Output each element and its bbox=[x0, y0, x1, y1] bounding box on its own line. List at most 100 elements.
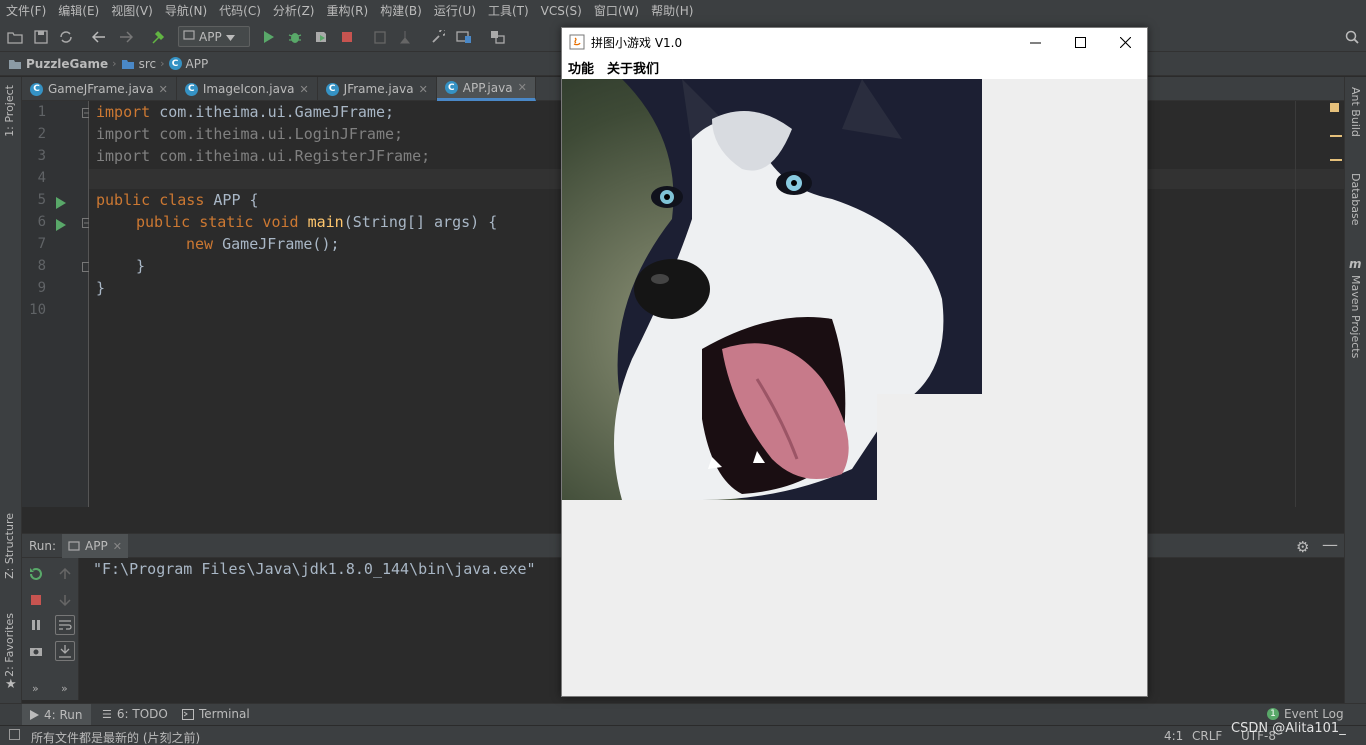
breadcrumb-folder[interactable]: src bbox=[121, 57, 156, 71]
menu-window[interactable]: 窗口(W) bbox=[588, 0, 645, 22]
menu-build[interactable]: 构建(B) bbox=[374, 0, 428, 22]
more-icon[interactable]: » bbox=[61, 682, 68, 695]
menu-tools[interactable]: 工具(T) bbox=[482, 0, 535, 22]
maven-icon: m bbox=[1349, 257, 1362, 271]
stop-icon[interactable] bbox=[337, 27, 357, 47]
tool-tab-terminal[interactable]: Terminal bbox=[182, 707, 250, 721]
minimize-button[interactable] bbox=[1012, 28, 1058, 56]
keyword: public class bbox=[96, 191, 205, 209]
run-tab-app[interactable]: APP ✕ bbox=[62, 534, 128, 558]
code-line-8: } bbox=[136, 257, 146, 275]
line-separator[interactable]: CRLF bbox=[1192, 729, 1222, 743]
run-gutter-icon[interactable] bbox=[56, 219, 66, 231]
forward-arrow-icon[interactable] bbox=[116, 27, 136, 47]
code-text: com.itheima.ui.GameJFrame; bbox=[150, 103, 395, 121]
game-window-titlebar[interactable]: 拼图小游戏 V1.0 bbox=[562, 28, 1147, 56]
minimize-panel-icon[interactable]: — bbox=[1322, 535, 1338, 554]
close-button[interactable] bbox=[1102, 28, 1148, 56]
rerun-icon[interactable] bbox=[26, 564, 46, 584]
close-icon[interactable]: ✕ bbox=[299, 83, 308, 96]
husky-puzzle-image[interactable] bbox=[562, 79, 982, 500]
gear-icon[interactable]: ⚙ bbox=[1296, 538, 1309, 556]
terminal-icon bbox=[182, 708, 194, 720]
menu-file[interactable]: 文件(F) bbox=[0, 0, 52, 22]
structure-tool-button[interactable]: Z: Structure bbox=[3, 513, 16, 579]
up-arrow-icon[interactable] bbox=[55, 564, 75, 584]
menu-functions[interactable]: 功能 bbox=[568, 58, 594, 77]
tab-gamejframe[interactable]: C GameJFrame.java ✕ bbox=[22, 77, 177, 101]
warning-stripe[interactable] bbox=[1330, 159, 1342, 161]
close-icon[interactable]: ✕ bbox=[518, 81, 527, 94]
tab-imageicon[interactable]: C ImageIcon.java ✕ bbox=[177, 77, 318, 101]
maven-tool-button[interactable]: Maven Projects bbox=[1349, 275, 1362, 358]
breadcrumb-separator: › bbox=[112, 57, 117, 70]
tab-app[interactable]: C APP.java ✕ bbox=[436, 77, 536, 101]
menu-view[interactable]: 视图(V) bbox=[105, 0, 159, 22]
close-icon[interactable]: ✕ bbox=[419, 83, 428, 96]
soft-wrap-icon[interactable] bbox=[55, 615, 75, 635]
menu-navigate[interactable]: 导航(N) bbox=[159, 0, 213, 22]
close-icon[interactable]: ✕ bbox=[159, 83, 168, 96]
vcs-icon[interactable] bbox=[488, 27, 508, 47]
debug-bug-icon[interactable] bbox=[285, 27, 305, 47]
menu-run[interactable]: 运行(U) bbox=[428, 0, 482, 22]
tab-jframe[interactable]: C JFrame.java ✕ bbox=[318, 77, 437, 101]
run-icon[interactable] bbox=[259, 27, 279, 47]
caret-position[interactable]: 4:1 bbox=[1164, 729, 1183, 743]
toggle-tool-windows-icon[interactable] bbox=[9, 729, 20, 740]
save-icon[interactable] bbox=[31, 27, 51, 47]
warning-stripe[interactable] bbox=[1330, 135, 1342, 137]
settings-wrench-icon[interactable] bbox=[428, 27, 448, 47]
tool-tab-event-log[interactable]: 1 Event Log bbox=[1267, 707, 1344, 721]
tool-tab-label: Event Log bbox=[1284, 707, 1344, 721]
scroll-to-end-icon[interactable] bbox=[55, 641, 75, 661]
down-arrow-icon[interactable] bbox=[55, 590, 75, 610]
pause-icon[interactable] bbox=[26, 615, 46, 635]
menu-about-us[interactable]: 关于我们 bbox=[607, 58, 659, 77]
sync-icon[interactable] bbox=[56, 27, 76, 47]
menu-code[interactable]: 代码(C) bbox=[213, 0, 267, 22]
maximize-button[interactable] bbox=[1057, 28, 1103, 56]
code-line-9: } bbox=[96, 279, 106, 297]
class-icon: C bbox=[168, 57, 182, 70]
stop-icon[interactable] bbox=[26, 590, 46, 610]
tool-tab-todo[interactable]: ☰ 6: TODO bbox=[102, 707, 168, 721]
line-number: 2 bbox=[37, 126, 46, 142]
status-message: 所有文件都是最新的 (片刻之前) bbox=[31, 731, 201, 745]
search-everywhere-icon[interactable] bbox=[1342, 27, 1362, 47]
puzzle-board[interactable] bbox=[562, 79, 1147, 696]
build-hammer-icon[interactable] bbox=[148, 27, 168, 47]
code-line-2: import com.itheima.ui.LoginJFrame; bbox=[96, 125, 404, 143]
database-tool-button[interactable]: Database bbox=[1349, 173, 1362, 226]
back-arrow-icon[interactable] bbox=[89, 27, 109, 47]
coverage-icon[interactable] bbox=[311, 27, 331, 47]
menu-refactor[interactable]: 重构(R) bbox=[321, 0, 375, 22]
favorites-tool-button[interactable]: 2: Favorites bbox=[3, 613, 16, 677]
project-tool-button[interactable]: 1: Project bbox=[3, 85, 16, 137]
list-icon: ☰ bbox=[102, 707, 112, 721]
profile-icon[interactable] bbox=[395, 27, 415, 47]
code-line-7: new GameJFrame(); bbox=[186, 235, 340, 253]
close-icon[interactable]: ✕ bbox=[113, 540, 122, 553]
menu-edit[interactable]: 编辑(E) bbox=[52, 0, 105, 22]
keyword: public static void bbox=[136, 213, 299, 231]
minimize-icon bbox=[1029, 42, 1041, 43]
menu-vcs[interactable]: VCS(S) bbox=[535, 0, 588, 22]
open-folder-icon[interactable] bbox=[5, 27, 25, 47]
project-structure-icon[interactable] bbox=[454, 27, 474, 47]
menu-analyze[interactable]: 分析(Z) bbox=[267, 0, 321, 22]
more-icon[interactable]: » bbox=[32, 682, 39, 695]
star-icon: ★ bbox=[5, 677, 17, 692]
breadcrumb-file[interactable]: C APP bbox=[168, 57, 208, 71]
code-line-1: import com.itheima.ui.GameJFrame; bbox=[96, 103, 394, 121]
breadcrumb-project[interactable]: PuzzleGame bbox=[8, 57, 108, 71]
tool-tab-run[interactable]: 4: Run bbox=[22, 704, 91, 725]
run-gutter-icon[interactable] bbox=[56, 197, 66, 209]
ant-build-tool-button[interactable]: Ant Build bbox=[1349, 87, 1362, 137]
camera-icon[interactable] bbox=[26, 641, 46, 661]
menu-help[interactable]: 帮助(H) bbox=[645, 0, 699, 22]
line-number: 4 bbox=[37, 170, 46, 186]
attach-icon[interactable] bbox=[370, 27, 390, 47]
inspection-marker[interactable] bbox=[1330, 103, 1339, 112]
run-configuration-dropdown[interactable]: APP bbox=[178, 26, 250, 47]
